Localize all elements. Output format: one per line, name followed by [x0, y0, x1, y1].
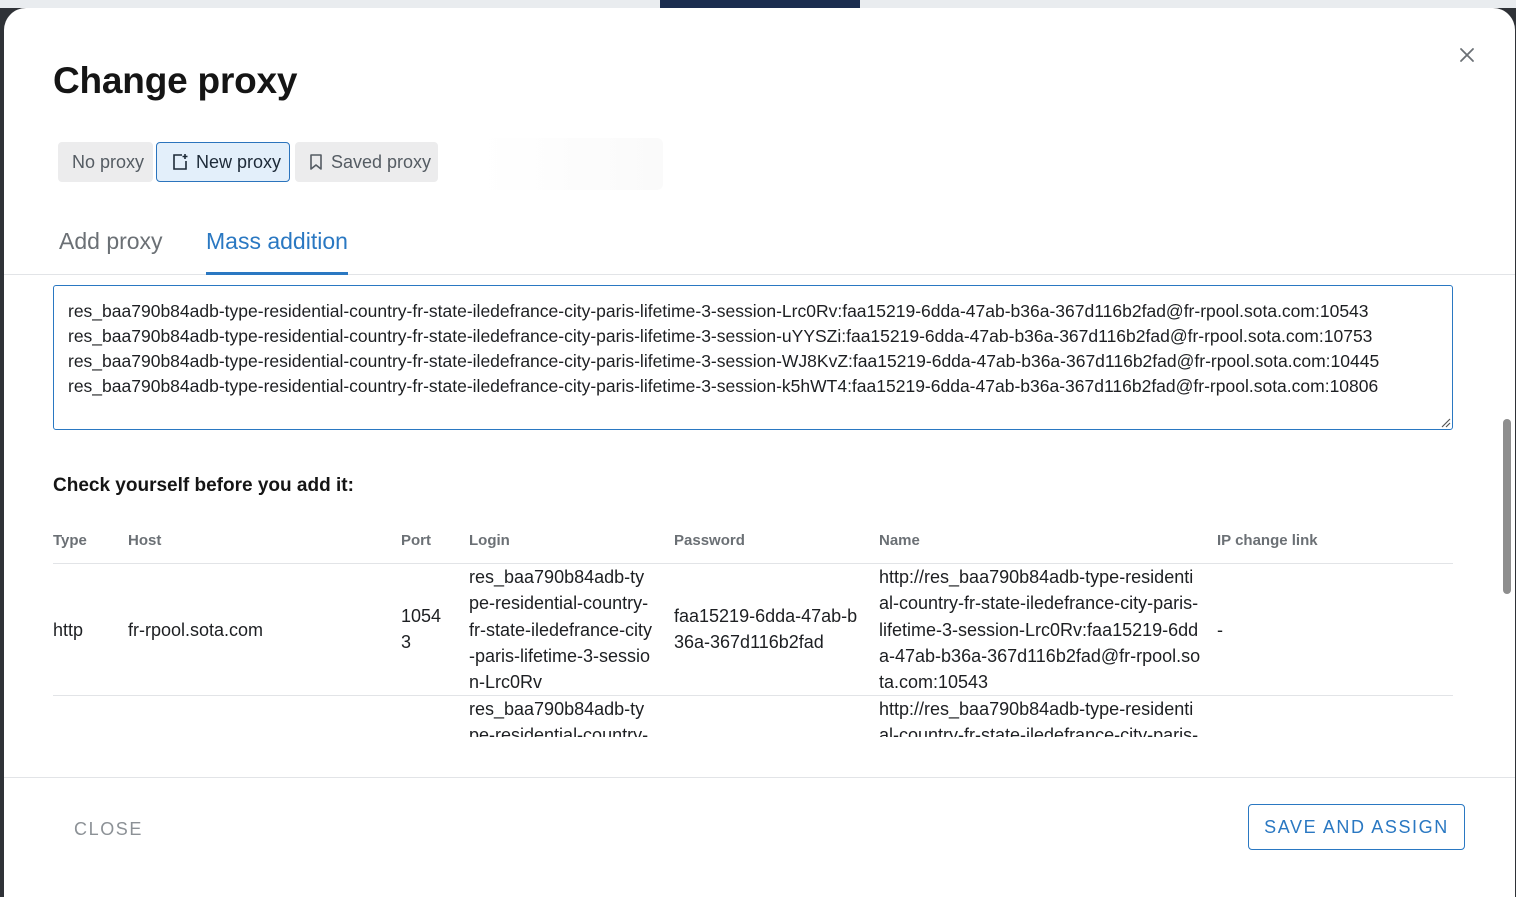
- cell-type: http: [53, 620, 84, 640]
- scrollbar-thumb[interactable]: [1503, 419, 1511, 594]
- table-row: res_baa790b84adb-type-residential-countr…: [53, 696, 1453, 737]
- background-app-bar: [0, 0, 1516, 8]
- cell-login: res_baa790b84adb-type-residential-countr…: [469, 699, 649, 737]
- column-ip-change-link: IP change link: [1217, 532, 1318, 549]
- dialog-footer: CLOSE SAVE AND ASSIGN: [4, 777, 1515, 897]
- table-row: http fr-rpool.sota.com 10543 res_baa790b…: [53, 564, 1453, 696]
- save-and-assign-button[interactable]: SAVE AND ASSIGN: [1248, 804, 1465, 850]
- change-proxy-dialog: Change proxy No proxy New proxy Saved pr…: [4, 8, 1515, 897]
- cell-name: http://res_baa790b84adb-type-residential…: [879, 567, 1201, 693]
- column-login: Login: [469, 532, 510, 549]
- column-port: Port: [401, 532, 431, 549]
- dialog-title: Change proxy: [53, 60, 298, 101]
- saved-proxy-label: Saved proxy: [331, 151, 432, 172]
- tab-add-proxy[interactable]: Add proxy: [59, 228, 163, 275]
- tab-mass-addition[interactable]: Mass addition: [206, 228, 348, 275]
- cell-host: fr-rpool.sota.com: [128, 620, 264, 640]
- close-button[interactable]: CLOSE: [74, 819, 143, 840]
- cell-password: faa15219-6dda-47ab-b36a-367d116b2fad: [674, 606, 858, 653]
- cell-login: res_baa790b84adb-type-residential-countr…: [469, 567, 653, 693]
- cell-port: 10543: [401, 606, 442, 653]
- resize-grip-icon[interactable]: [1439, 415, 1451, 428]
- table-header: Type Host Port Login Password Name IP ch…: [53, 525, 1453, 564]
- add-note-icon: [171, 153, 189, 171]
- cell-ip-change-link: -: [1217, 620, 1223, 640]
- cell-name: http://res_baa790b84adb-type-residential…: [879, 699, 1199, 737]
- mass-proxy-textarea[interactable]: res_baa790b84adb-type-residential-countr…: [53, 285, 1453, 430]
- proxy-tabs: Add proxy Mass addition: [4, 218, 1515, 275]
- column-host: Host: [128, 532, 162, 549]
- close-icon[interactable]: [1456, 44, 1478, 66]
- proxy-mode-selector: No proxy New proxy Saved proxy: [53, 138, 663, 190]
- check-heading: Check yourself before you add it:: [53, 475, 354, 496]
- saved-proxy-button[interactable]: Saved proxy: [295, 142, 438, 182]
- no-proxy-label: No proxy: [72, 151, 145, 172]
- column-type: Type: [53, 532, 87, 549]
- proxy-preview-table: Type Host Port Login Password Name IP ch…: [53, 525, 1453, 737]
- no-proxy-button[interactable]: No proxy: [58, 142, 153, 182]
- column-name: Name: [879, 532, 920, 549]
- background-app-element: [660, 0, 860, 8]
- column-password: Password: [674, 532, 745, 549]
- new-proxy-label: New proxy: [196, 151, 282, 172]
- bookmark-icon: [308, 153, 324, 171]
- new-proxy-button[interactable]: New proxy: [156, 142, 290, 182]
